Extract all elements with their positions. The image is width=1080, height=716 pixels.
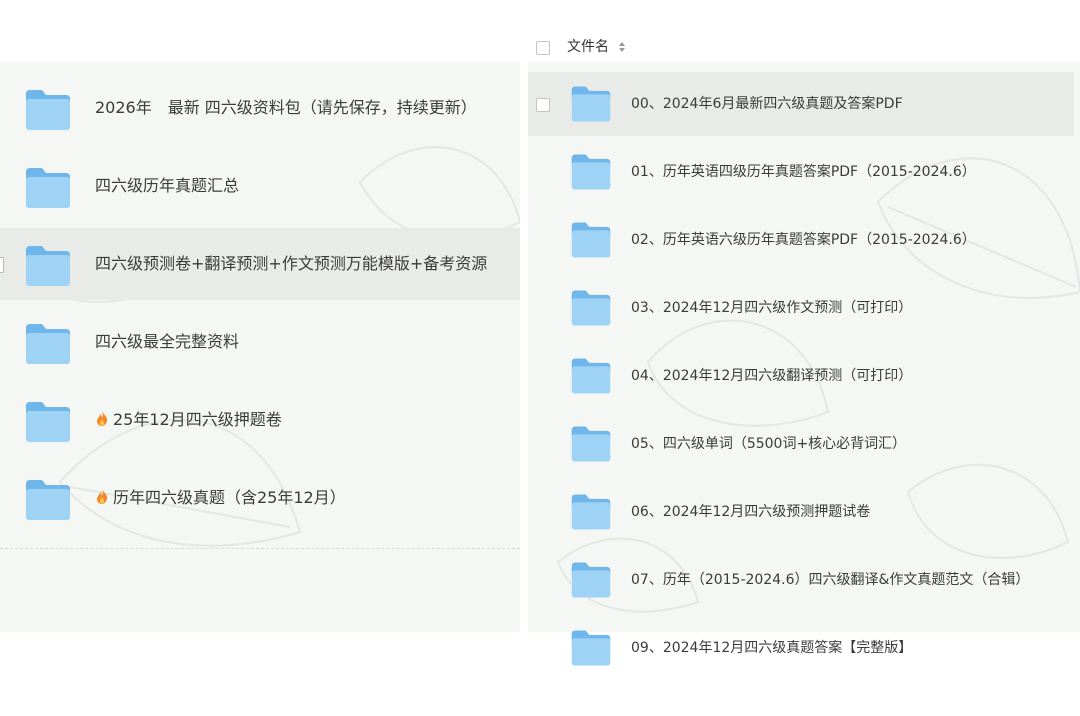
table-row[interactable]: 07、历年（2015-2024.6）四六级翻译&作文真题范文（合辑） xyxy=(528,548,1074,612)
table-row[interactable]: 04、2024年12月四六级翻译预测（可打印） xyxy=(528,344,1074,408)
folder-icon xyxy=(571,494,611,530)
folder-icon xyxy=(26,246,70,286)
list-item-label: 四六级最全完整资料 xyxy=(95,332,240,351)
file-name[interactable]: 07、历年（2015-2024.6）四六级翻译&作文真题范文（合辑） xyxy=(631,548,1029,612)
file-table-header: 文件名 xyxy=(528,30,1080,64)
folder-icon xyxy=(571,562,611,598)
folder-icon xyxy=(571,86,611,122)
file-name[interactable]: 04、2024年12月四六级翻译预测（可打印） xyxy=(631,344,912,408)
folder-icon xyxy=(26,168,70,208)
table-row[interactable]: 00、2024年6月最新四六级真题及答案PDF xyxy=(528,72,1074,136)
list-item-label-wrap: 历年四六级真题（含25年12月） xyxy=(95,462,346,534)
list-item[interactable]: 四六级历年真题汇总 xyxy=(0,150,520,222)
list-item-label: 四六级历年真题汇总 xyxy=(95,176,240,195)
column-header-filename[interactable]: 文件名 xyxy=(567,30,609,64)
file-table: 00、2024年6月最新四六级真题及答案PDF 01、历年英语四级历年真题答案P… xyxy=(528,72,1074,684)
list-item-label: 历年四六级真题（含25年12月） xyxy=(113,488,346,507)
list-item-label: 25年12月四六级押题卷 xyxy=(113,410,282,429)
list-item[interactable]: 2026年 最新 四六级资料包（请先保存，持续更新） xyxy=(0,72,520,144)
folder-icon xyxy=(26,402,70,442)
row-checkbox[interactable] xyxy=(0,257,4,273)
table-row[interactable]: 06、2024年12月四六级预测押题试卷 xyxy=(528,480,1074,544)
list-item-label: 四六级预测卷+翻译预测+作文预测万能模版+备考资源 xyxy=(95,254,488,273)
file-name[interactable]: 06、2024年12月四六级预测押题试卷 xyxy=(631,480,870,544)
file-name[interactable]: 01、历年英语四级历年真题答案PDF（2015-2024.6） xyxy=(631,140,976,204)
list-item-label: 2026年 最新 四六级资料包（请先保存，持续更新） xyxy=(95,98,477,117)
table-row[interactable]: 02、历年英语六级历年真题答案PDF（2015-2024.6） xyxy=(528,208,1074,272)
table-row[interactable]: 09、2024年12月四六级真题答案【完整版】 xyxy=(528,616,1074,680)
file-name[interactable]: 03、2024年12月四六级作文预测（可打印） xyxy=(631,276,912,340)
fire-icon xyxy=(97,411,108,426)
table-row[interactable]: 05、四六级单词（5500词+核心必背词汇） xyxy=(528,412,1074,476)
folder-icon xyxy=(571,154,611,190)
row-checkbox[interactable] xyxy=(536,98,550,112)
folder-icon xyxy=(571,426,611,462)
list-item[interactable]: 四六级最全完整资料 xyxy=(0,306,520,378)
list-item-label-wrap: 25年12月四六级押题卷 xyxy=(95,384,282,456)
sort-icon[interactable] xyxy=(618,41,626,53)
file-name[interactable]: 09、2024年12月四六级真题答案【完整版】 xyxy=(631,616,912,680)
file-name[interactable]: 00、2024年6月最新四六级真题及答案PDF xyxy=(631,72,903,136)
select-all-checkbox[interactable] xyxy=(536,41,550,55)
table-row[interactable]: 03、2024年12月四六级作文预测（可打印） xyxy=(528,276,1074,340)
fire-icon xyxy=(97,489,108,504)
folder-icon xyxy=(26,480,70,520)
list-item[interactable]: 25年12月四六级押题卷 xyxy=(0,384,520,456)
folder-icon xyxy=(571,222,611,258)
folder-icon xyxy=(571,358,611,394)
folder-list-left: 2026年 最新 四六级资料包（请先保存，持续更新） 四六级历年真题汇总 四六级… xyxy=(0,72,520,540)
list-item[interactable]: 历年四六级真题（含25年12月） xyxy=(0,462,520,534)
folder-icon xyxy=(26,324,70,364)
file-name[interactable]: 02、历年英语六级历年真题答案PDF（2015-2024.6） xyxy=(631,208,976,272)
table-row[interactable]: 01、历年英语四级历年真题答案PDF（2015-2024.6） xyxy=(528,140,1074,204)
folder-icon xyxy=(571,630,611,666)
file-name[interactable]: 05、四六级单词（5500词+核心必背词汇） xyxy=(631,412,906,476)
folder-icon xyxy=(26,90,70,130)
folder-icon xyxy=(571,290,611,326)
list-item[interactable]: 四六级预测卷+翻译预测+作文预测万能模版+备考资源 xyxy=(0,228,520,300)
list-divider xyxy=(0,548,520,549)
